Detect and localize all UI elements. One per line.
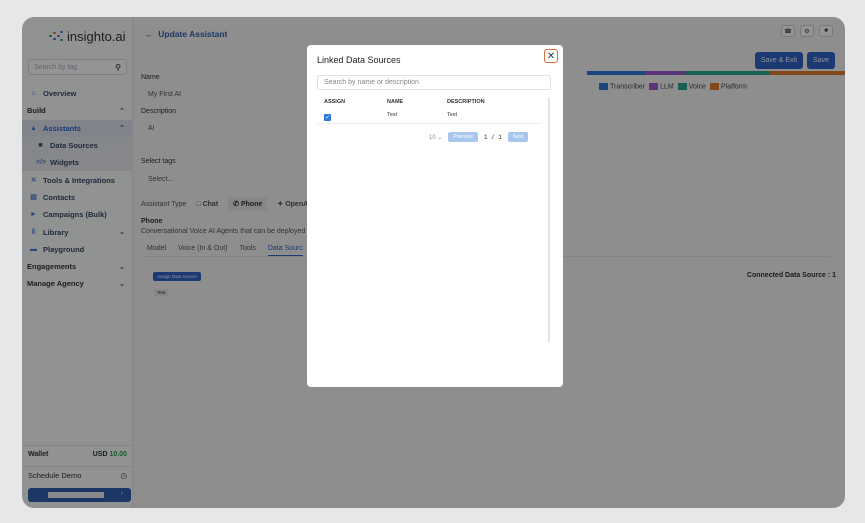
name-cell: Test — [387, 112, 398, 118]
col-assign: ASSIGN — [324, 99, 346, 105]
page-size-select[interactable]: 10 ⌄ — [429, 134, 442, 141]
description-cell: Test — [447, 112, 458, 118]
linked-data-sources-modal: Linked Data Sources ✕ Search by name or … — [307, 45, 563, 387]
col-name: NAME — [387, 99, 404, 105]
chevron-down-icon: ⌄ — [437, 134, 443, 141]
modal-title: Linked Data Sources — [317, 55, 401, 65]
assign-checkbox[interactable]: ✓ — [324, 114, 331, 121]
page-indicator: 1 / 1 — [483, 133, 502, 141]
scrollbar[interactable] — [548, 97, 550, 343]
close-icon[interactable]: ✕ — [544, 49, 558, 63]
row-divider — [317, 123, 542, 124]
previous-button[interactable]: Previous — [448, 132, 478, 142]
next-button[interactable]: Next — [507, 132, 529, 142]
col-description: DESCRIPTION — [447, 99, 485, 105]
pagination: 10 ⌄ Previous 1 / 1 Next — [429, 132, 529, 142]
modal-search-input[interactable]: Search by name or description — [317, 75, 551, 90]
table-row: ✓ Test Test — [317, 112, 542, 121]
assign-cell: ✓ — [317, 112, 387, 121]
table-header: ASSIGN NAME DESCRIPTION — [317, 99, 542, 105]
app-frame: insighto.ai Search by tag ⚲ ⌂ Overview B… — [22, 17, 845, 508]
